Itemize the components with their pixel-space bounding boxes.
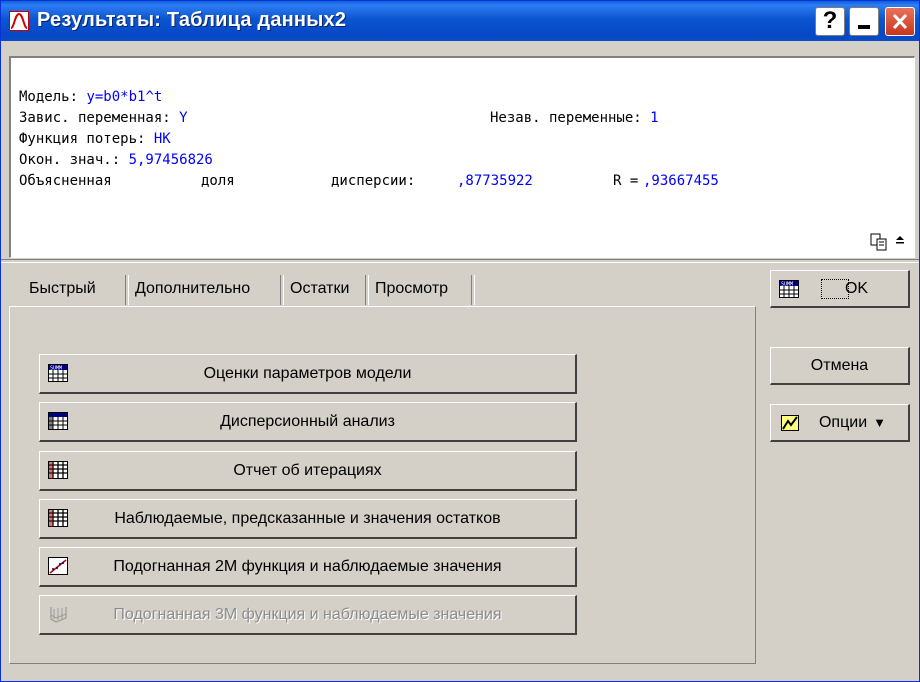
svg-text:SUMM: SUMM <box>781 282 793 288</box>
explained-label-3: дисперсии: <box>331 173 424 189</box>
independent-value: 1 <box>650 110 659 126</box>
dependent-label: Завис. переменная: <box>19 110 180 126</box>
iteration-report-button[interactable]: Отчет об итерациях <box>39 451 577 491</box>
options-button[interactable]: Опции ▼ <box>770 404 910 442</box>
explained-value: ,87735922 <box>457 173 533 189</box>
model-label: Модель: <box>19 89 87 105</box>
independent-line: Незав. переменные: 1 <box>490 110 659 126</box>
title-bar[interactable]: Результаты: Таблица данных2 ? <box>1 1 919 41</box>
cancel-button[interactable]: Отмена <box>770 347 910 385</box>
results-dialog: Результаты: Таблица данных2 ? Модель: y=… <box>0 0 920 682</box>
r-label: R = <box>613 173 639 189</box>
iteration-report-label: Отчет об итерациях <box>233 461 382 479</box>
parameter-estimates-label: Оценки параметров модели <box>203 364 412 382</box>
model-value: y=b0*b1^t <box>86 89 163 105</box>
tab-divider <box>471 275 475 305</box>
minimize-icon <box>858 25 870 29</box>
final-value-label: Окон. знач.: <box>19 152 129 168</box>
model-line: Модель: y=b0*b1^t <box>19 89 162 105</box>
observed-predicted-label: Наблюдаемые, предсказанные и значения ос… <box>114 509 501 527</box>
observed-predicted-button[interactable]: Наблюдаемые, предсказанные и значения ос… <box>39 499 577 539</box>
anova-label: Дисперсионный анализ <box>220 412 395 430</box>
app-curve-icon <box>9 11 29 31</box>
loss-function-value: НК <box>153 131 171 147</box>
help-label: ? <box>822 7 838 34</box>
tab-divider <box>365 275 369 305</box>
chevron-down-icon: ▼ <box>873 415 887 430</box>
table-summary-icon: SUMM <box>779 280 799 298</box>
fitted-3d-button[interactable]: Подогнанная 3М функция и наблюдаемые зна… <box>39 595 577 635</box>
tab-residuals[interactable]: Остатки <box>286 273 353 305</box>
fitted-2d-button[interactable]: Подогнанная 2М функция и наблюдаемые зна… <box>39 547 577 587</box>
parameter-estimates-button[interactable]: SUMM Оценки параметров модели <box>39 354 577 394</box>
final-value-line: Окон. знач.: 5,97456826 <box>19 152 213 168</box>
tab-divider <box>280 275 284 305</box>
help-button[interactable]: ? <box>815 7 845 36</box>
cancel-label: Отмена <box>810 356 869 374</box>
dependent-line: Завис. переменная: Y <box>19 110 188 126</box>
explained-label-1: Объясненная <box>19 173 112 189</box>
options-label-wrap: Опции ▼ <box>797 405 908 440</box>
close-button[interactable] <box>885 7 915 36</box>
chevron-up-icon[interactable] <box>892 233 908 251</box>
tab-view[interactable]: Просмотр <box>371 273 452 305</box>
fitted-3d-label: Подогнанная 3М функция и наблюдаемые зна… <box>113 605 502 623</box>
window-title: Результаты: Таблица данных2 <box>37 9 347 31</box>
loss-function-line: Функция потерь: НК <box>19 131 171 147</box>
options-label: Опции <box>818 413 868 431</box>
fitted-2d-label: Подогнанная 2М функция и наблюдаемые зна… <box>113 557 502 575</box>
independent-label: Незав. переменные: <box>490 110 651 126</box>
r-value: ,93667455 <box>643 173 719 189</box>
dependent-value: Y <box>179 110 188 126</box>
divider <box>1 259 919 263</box>
minimize-button[interactable] <box>849 7 879 36</box>
tab-advanced[interactable]: Дополнительно <box>131 273 254 305</box>
anova-button[interactable]: Дисперсионный анализ <box>39 402 577 442</box>
copy-icon[interactable] <box>870 233 888 251</box>
results-text-area: Модель: y=b0*b1^t Завис. переменная: Y Н… <box>9 56 915 258</box>
loss-function-label: Функция потерь: <box>19 131 154 147</box>
tab-quick[interactable]: Быстрый <box>25 273 100 305</box>
ok-button[interactable]: SUMM OK <box>770 270 910 308</box>
final-value: 5,97456826 <box>128 152 213 168</box>
close-icon <box>892 13 908 30</box>
ok-label: OK <box>844 279 869 297</box>
explained-label-2: доля <box>201 173 235 189</box>
explained-variance-line: Объясненная доля дисперсии: ,87735922 R = ,9… <box>19 173 719 189</box>
tab-divider <box>125 275 129 305</box>
